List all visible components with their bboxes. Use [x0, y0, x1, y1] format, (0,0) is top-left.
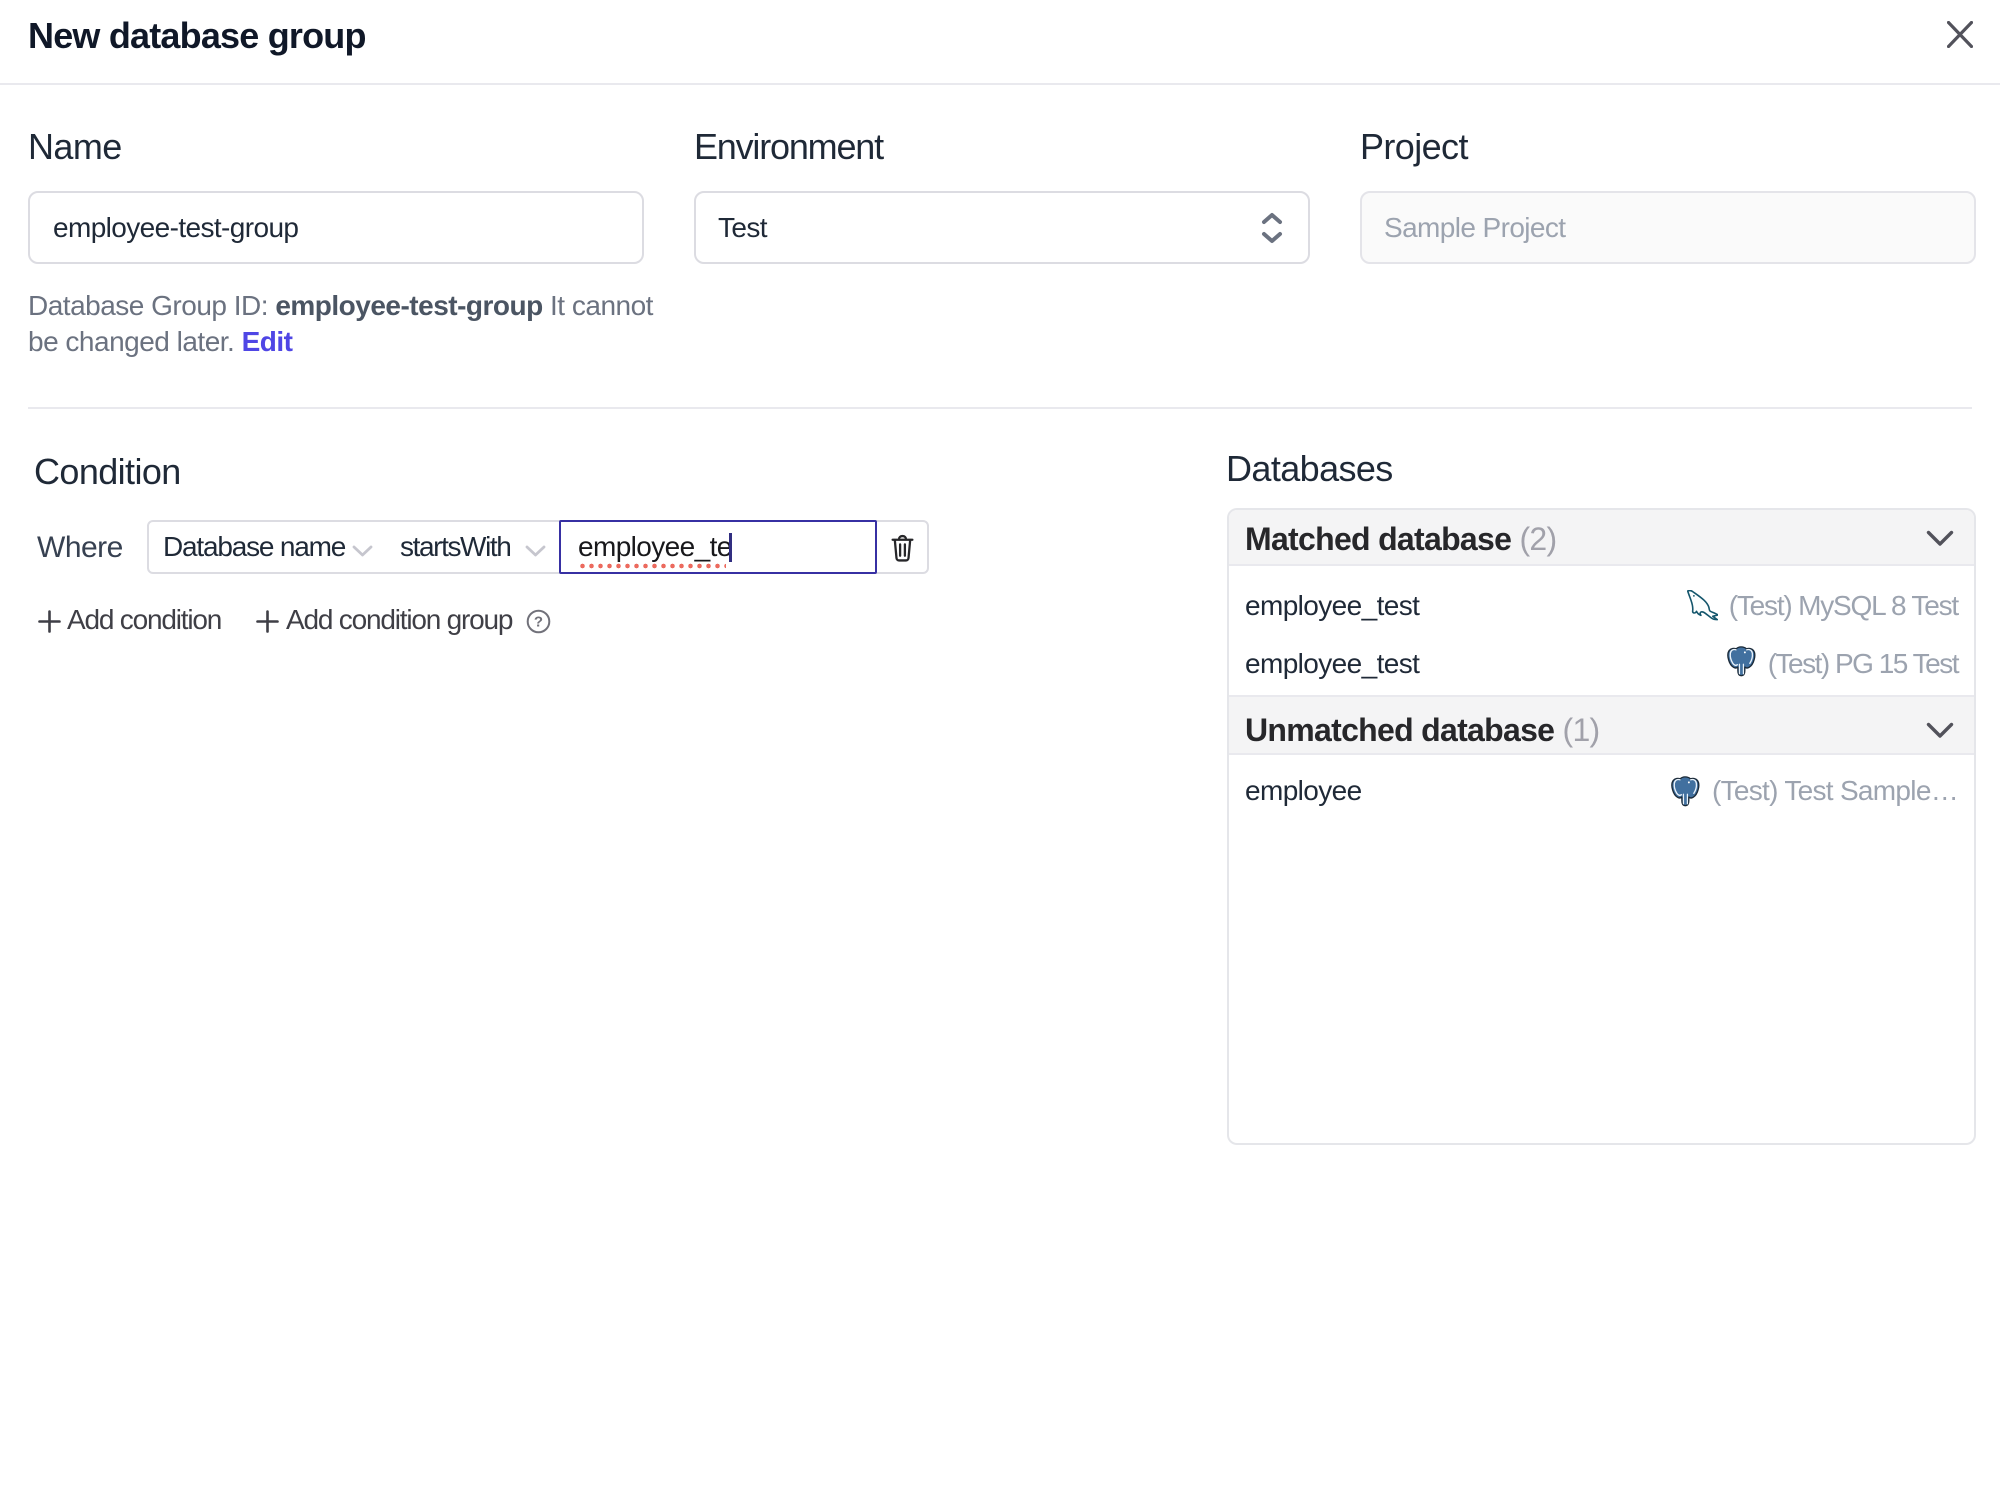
svg-text:?: ? — [534, 614, 543, 631]
